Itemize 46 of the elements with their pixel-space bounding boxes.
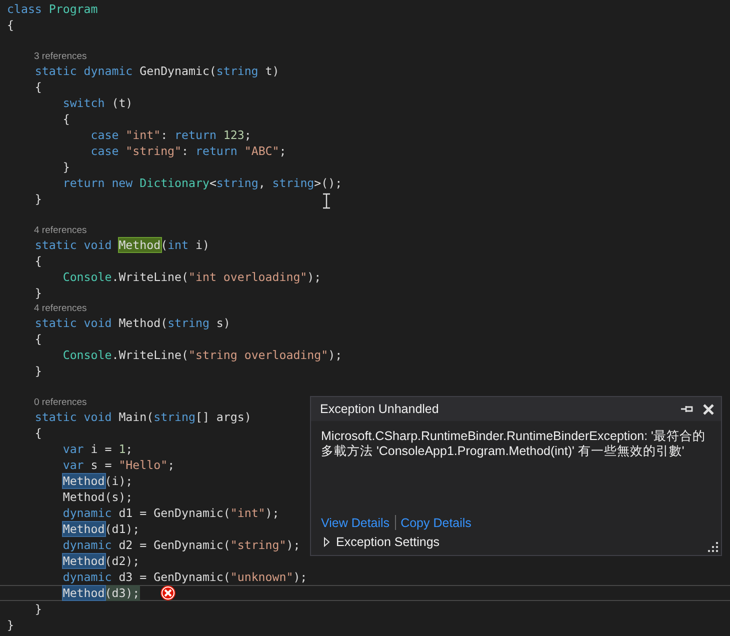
code-line: }	[62, 159, 70, 175]
text-cursor-icon	[322, 193, 331, 209]
code-line: Method(d1);	[62, 521, 140, 537]
exception-settings-toggle[interactable]: Exception Settings	[321, 535, 440, 549]
popup-title: Exception Unhandled	[320, 402, 440, 416]
code-line: Method(s);	[62, 489, 133, 505]
code-line: {	[34, 79, 42, 95]
code-line: class Program	[7, 1, 98, 17]
code-line: Console.WriteLine("string overloading");	[62, 347, 342, 363]
details-link[interactable]: View Details	[321, 516, 390, 530]
code-line: return new Dictionary<string, string>();	[62, 175, 342, 191]
code-line: switch (t)	[62, 95, 133, 111]
exception-message: Microsoft.CSharp.RuntimeBinder.RuntimeBinderException: '最符合的多載方法 'ConsoleApp1.Program.Method(int)' 有一些無效的引數'	[321, 429, 706, 460]
code-line: var s = "Hello";	[62, 457, 175, 473]
code-line: static void Method(int i)	[34, 237, 210, 253]
resize-grip-icon[interactable]	[708, 542, 718, 552]
code-line: Method(d2);	[62, 553, 140, 569]
code-line: Method(i);	[62, 473, 133, 489]
code-line: case "string": return "ABC";	[90, 143, 286, 159]
pin-icon[interactable]	[680, 404, 694, 414]
code-line: {	[34, 253, 42, 269]
code-line: dynamic d3 = GenDynamic("unknown");	[62, 569, 308, 585]
references-link[interactable]: 4 references	[34, 224, 87, 236]
code-line: dynamic d1 = GenDynamic("int");	[62, 505, 280, 521]
code-line: case "int": return 123;	[90, 127, 252, 143]
references-link[interactable]: 0 references	[34, 396, 87, 408]
code-line: static void Main(string[] args)	[34, 409, 252, 425]
error-icon	[160, 585, 176, 601]
code-line: }	[34, 285, 42, 301]
close-icon[interactable]	[702, 402, 715, 416]
references-link[interactable]: 3 references	[34, 50, 87, 62]
code-line: static void Method(string s)	[34, 315, 230, 331]
code-line: {	[62, 111, 70, 127]
references-link[interactable]: 4 references	[34, 302, 87, 314]
code-line: }	[34, 601, 42, 617]
code-line: static dynamic GenDynamic(string t)	[34, 63, 280, 79]
details-link[interactable]: Copy Details	[400, 516, 472, 530]
code-line: Console.WriteLine("int overloading");	[62, 269, 322, 285]
code-line: {	[34, 331, 42, 347]
code-line: }	[34, 363, 42, 379]
code-line: }	[7, 617, 14, 633]
code-line: var i = 1;	[62, 441, 133, 457]
code-line: }	[34, 191, 42, 207]
code-line: {	[7, 17, 14, 33]
code-line: dynamic d2 = GenDynamic("string");	[62, 537, 300, 553]
code-line: {	[34, 425, 42, 441]
